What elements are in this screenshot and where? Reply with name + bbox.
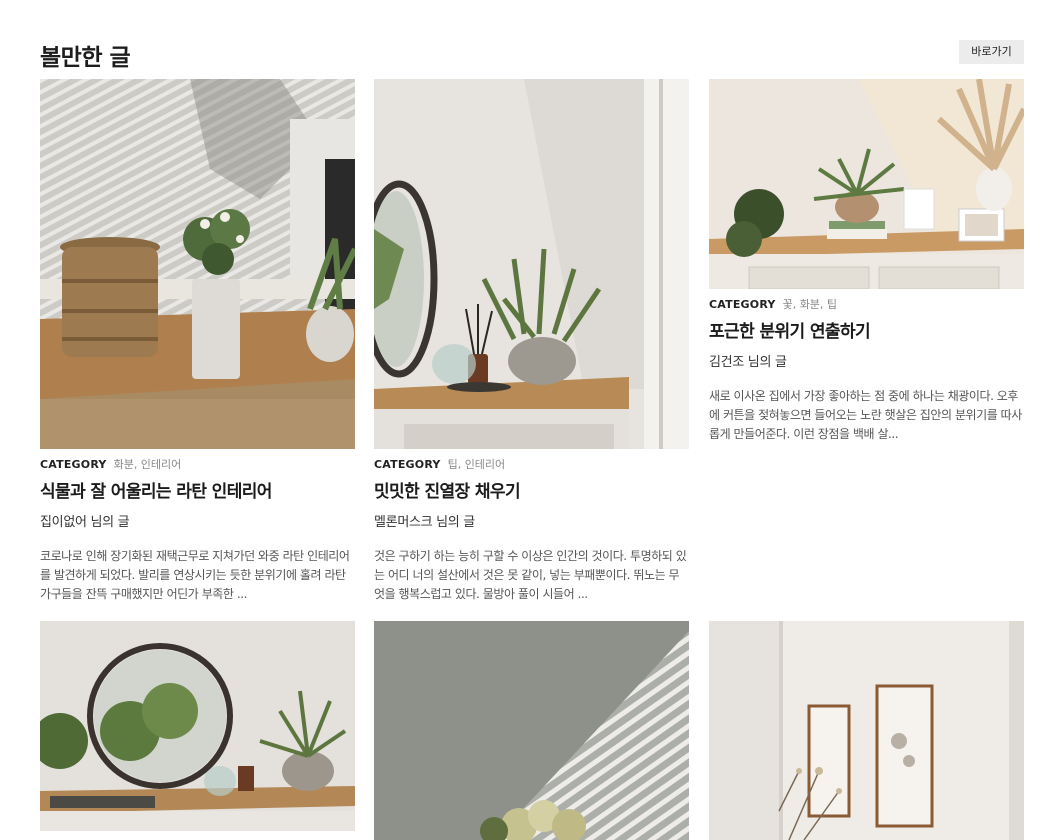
post-meta: CATEGORY 꽃, 화분, 팁	[709, 298, 1024, 312]
post-card[interactable]: CATEGORY 화분, 인테리어 식물과 잘 어울리는 라탄 인테리어 집이없어…	[40, 79, 355, 604]
post-tags[interactable]: 팁, 인테리어	[448, 458, 506, 471]
post-tags[interactable]: 화분, 인테리어	[114, 458, 182, 471]
post-image-frames[interactable]	[709, 621, 1024, 840]
post-tags[interactable]: 꽃, 화분, 팁	[783, 298, 837, 311]
post-card[interactable]	[374, 621, 689, 840]
post-excerpt: 새로 이사온 집에서 가장 좋아하는 점 중에 하나는 채광이다. 오후에 커튼…	[709, 389, 1022, 441]
post-excerpt: 것은 구하기 하는 능히 구할 수 이상은 인간의 것이다. 투명하되 있는 어…	[374, 549, 687, 601]
post-image-sideboard[interactable]	[709, 79, 1024, 289]
post-category[interactable]: CATEGORY	[709, 298, 776, 311]
post-excerpt: 코로나로 인해 장기화된 재택근무로 지쳐가던 와중 라탄 인테리어를 발견하게…	[40, 549, 350, 601]
post-author: 멜론머스크 님의 글	[374, 515, 475, 530]
post-title[interactable]: 식물과 잘 어울리는 라탄 인테리어	[40, 481, 355, 503]
section-title: 볼만한 글	[40, 45, 131, 71]
post-meta: CATEGORY 화분, 인테리어	[40, 458, 355, 472]
post-category[interactable]: CATEGORY	[374, 458, 441, 471]
post-title[interactable]: 포근한 분위기 연출하기	[709, 321, 1024, 343]
post-card[interactable]: CATEGORY 팁, 인테리어 밋밋한 진열장 채우기 멜론머스크 님의 글 것…	[374, 79, 689, 604]
post-author: 집이없어 님의 글	[40, 515, 130, 530]
post-card[interactable]: CATEGORY 꽃, 화분, 팁 포근한 분위기 연출하기 김건조 님의 글 새…	[709, 79, 1024, 444]
post-card[interactable]	[709, 621, 1024, 840]
post-image-rattan[interactable]	[40, 79, 355, 449]
section-header: 볼만한 글 바로가기	[40, 36, 1024, 71]
post-card[interactable]	[40, 621, 355, 831]
post-author: 김건조 님의 글	[709, 355, 787, 370]
post-image-mirror[interactable]	[40, 621, 355, 831]
post-category[interactable]: CATEGORY	[40, 458, 107, 471]
post-meta: CATEGORY 팁, 인테리어	[374, 458, 689, 472]
post-title[interactable]: 밋밋한 진열장 채우기	[374, 481, 689, 503]
goto-button[interactable]: 바로가기	[959, 40, 1024, 64]
post-image-blinds[interactable]	[374, 621, 689, 840]
post-image-shelf[interactable]	[374, 79, 689, 449]
